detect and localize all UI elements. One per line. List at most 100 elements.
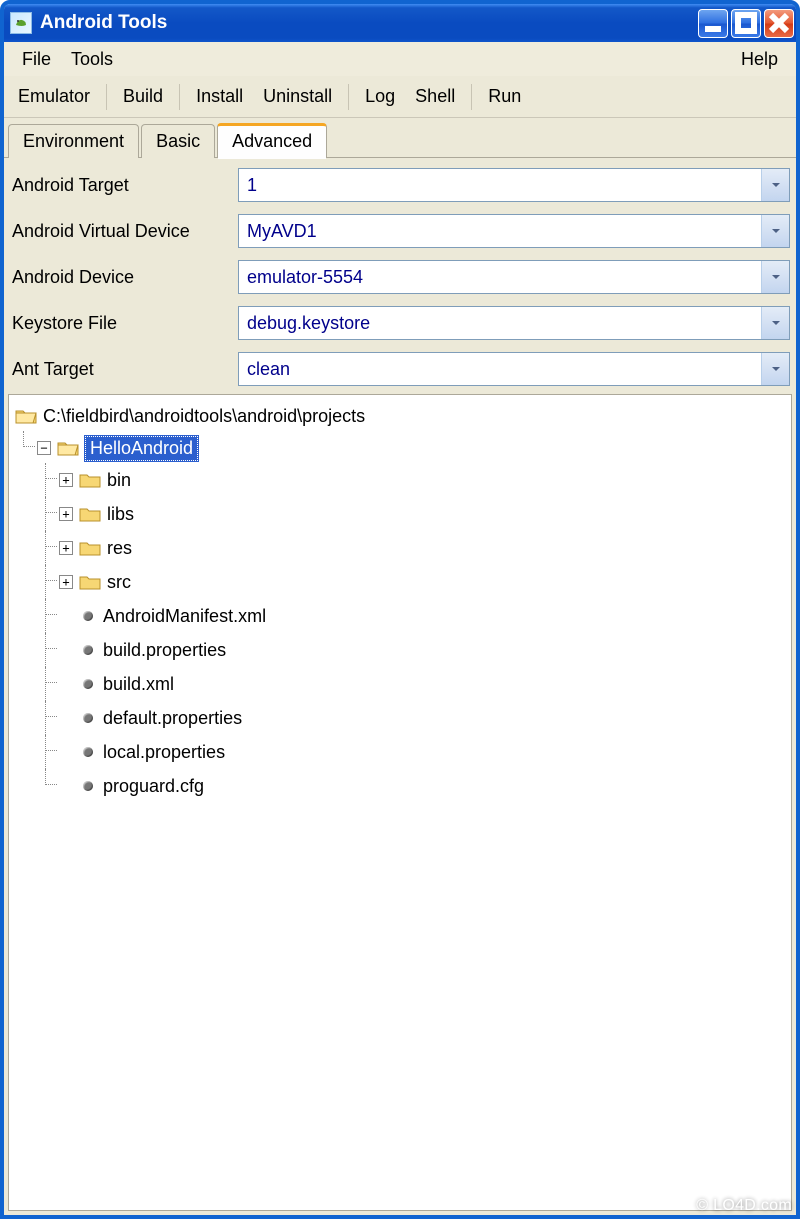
menubar: File Tools Help — [4, 42, 796, 76]
app-icon — [10, 12, 32, 34]
combo-value: emulator-5554 — [247, 267, 363, 288]
dropdown-button[interactable] — [761, 261, 789, 293]
combo-keystore[interactable]: debug.keystore — [238, 306, 790, 340]
combo-avd[interactable]: MyAVD1 — [238, 214, 790, 248]
toolbar-run[interactable]: Run — [478, 82, 531, 111]
minimize-button[interactable] — [698, 9, 728, 38]
toolbar-build[interactable]: Build — [113, 82, 173, 111]
chevron-down-icon — [770, 225, 782, 237]
dropdown-button[interactable] — [761, 169, 789, 201]
tree-folder[interactable]: + res — [59, 533, 789, 563]
minimize-icon — [699, 9, 727, 37]
row-android-device: Android Device emulator-5554 — [8, 254, 792, 300]
toolbar: Emulator Build Install Uninstall Log She… — [4, 76, 796, 118]
tree-file-label: AndroidManifest.xml — [103, 606, 266, 627]
tree-file-label: proguard.cfg — [103, 776, 204, 797]
label-android-target: Android Target — [8, 175, 238, 196]
app-window: Android Tools File Tools Help Emulator B… — [0, 0, 800, 1219]
expand-icon[interactable]: + — [59, 473, 73, 487]
tree-file-label: build.xml — [103, 674, 174, 695]
combo-value: MyAVD1 — [247, 221, 317, 242]
dropdown-button[interactable] — [761, 215, 789, 247]
tree-folder[interactable]: + src — [59, 567, 789, 597]
chevron-down-icon — [770, 317, 782, 329]
combo-android-target[interactable]: 1 — [238, 168, 790, 202]
menu-tools[interactable]: Tools — [61, 45, 123, 74]
expand-icon[interactable]: + — [59, 575, 73, 589]
toolbar-install[interactable]: Install — [186, 82, 253, 111]
collapse-icon[interactable]: − — [37, 441, 51, 455]
close-button[interactable] — [764, 9, 794, 38]
file-icon — [83, 645, 93, 655]
chevron-down-icon — [770, 179, 782, 191]
tree-file[interactable]: proguard.cfg — [59, 771, 789, 801]
label-android-device: Android Device — [8, 267, 238, 288]
tree-folder-label: bin — [107, 470, 131, 491]
tree-project[interactable]: − HelloAndroid — [37, 433, 789, 463]
folder-icon — [79, 471, 101, 489]
maximize-button[interactable] — [731, 9, 761, 38]
file-icon — [83, 713, 93, 723]
row-android-target: Android Target 1 — [8, 162, 792, 208]
dropdown-button[interactable] — [761, 307, 789, 339]
combo-ant-target[interactable]: clean — [238, 352, 790, 386]
toolbar-uninstall[interactable]: Uninstall — [253, 82, 342, 111]
tree-folder[interactable]: + libs — [59, 499, 789, 529]
tree-project-label: HelloAndroid — [85, 436, 198, 461]
file-icon — [83, 781, 93, 791]
folder-icon — [79, 505, 101, 523]
label-keystore: Keystore File — [8, 313, 238, 334]
chevron-down-icon — [770, 271, 782, 283]
expand-icon[interactable]: + — [59, 507, 73, 521]
combo-android-device[interactable]: emulator-5554 — [238, 260, 790, 294]
maximize-icon — [732, 9, 760, 37]
tree-root[interactable]: C:\fieldbird\androidtools\android\projec… — [15, 401, 789, 431]
row-ant-target: Ant Target clean — [8, 346, 792, 392]
tree-file-label: default.properties — [103, 708, 242, 729]
expand-icon[interactable]: + — [59, 541, 73, 555]
tree-root-label: C:\fieldbird\androidtools\android\projec… — [43, 406, 365, 427]
tree-folder[interactable]: + bin — [59, 465, 789, 495]
tab-basic[interactable]: Basic — [141, 124, 215, 158]
folder-icon — [79, 573, 101, 591]
tree-file-label: build.properties — [103, 640, 226, 661]
tree-file[interactable]: build.properties — [59, 635, 789, 665]
tree-folder-label: libs — [107, 504, 134, 525]
toolbar-separator — [179, 84, 180, 110]
file-icon — [83, 679, 93, 689]
titlebar: Android Tools — [4, 4, 796, 42]
toolbar-emulator[interactable]: Emulator — [8, 82, 100, 111]
toolbar-shell[interactable]: Shell — [405, 82, 465, 111]
tab-advanced[interactable]: Advanced — [217, 123, 327, 158]
tree-file[interactable]: local.properties — [59, 737, 789, 767]
label-ant-target: Ant Target — [8, 359, 238, 380]
form-area: Android Target 1 Android Virtual Device … — [4, 158, 796, 392]
tree-file-label: local.properties — [103, 742, 225, 763]
file-icon — [83, 747, 93, 757]
combo-value: debug.keystore — [247, 313, 370, 334]
combo-value: clean — [247, 359, 290, 380]
tree-file[interactable]: AndroidManifest.xml — [59, 601, 789, 631]
project-tree[interactable]: C:\fieldbird\androidtools\android\projec… — [8, 394, 792, 1211]
folder-open-icon — [15, 407, 37, 425]
toolbar-log[interactable]: Log — [355, 82, 405, 111]
menu-help[interactable]: Help — [731, 45, 788, 74]
row-keystore: Keystore File debug.keystore — [8, 300, 792, 346]
toolbar-separator — [471, 84, 472, 110]
toolbar-separator — [106, 84, 107, 110]
window-title: Android Tools — [40, 12, 167, 34]
dropdown-button[interactable] — [761, 353, 789, 385]
file-icon — [83, 611, 93, 621]
folder-open-icon — [57, 439, 79, 457]
folder-icon — [79, 539, 101, 557]
menu-file[interactable]: File — [12, 45, 61, 74]
tab-environment[interactable]: Environment — [8, 124, 139, 158]
combo-value: 1 — [247, 175, 257, 196]
tree-file[interactable]: build.xml — [59, 669, 789, 699]
tree-folder-label: res — [107, 538, 132, 559]
toolbar-separator — [348, 84, 349, 110]
tree-folder-label: src — [107, 572, 131, 593]
close-icon — [765, 9, 793, 37]
tree-file[interactable]: default.properties — [59, 703, 789, 733]
label-avd: Android Virtual Device — [8, 221, 238, 242]
